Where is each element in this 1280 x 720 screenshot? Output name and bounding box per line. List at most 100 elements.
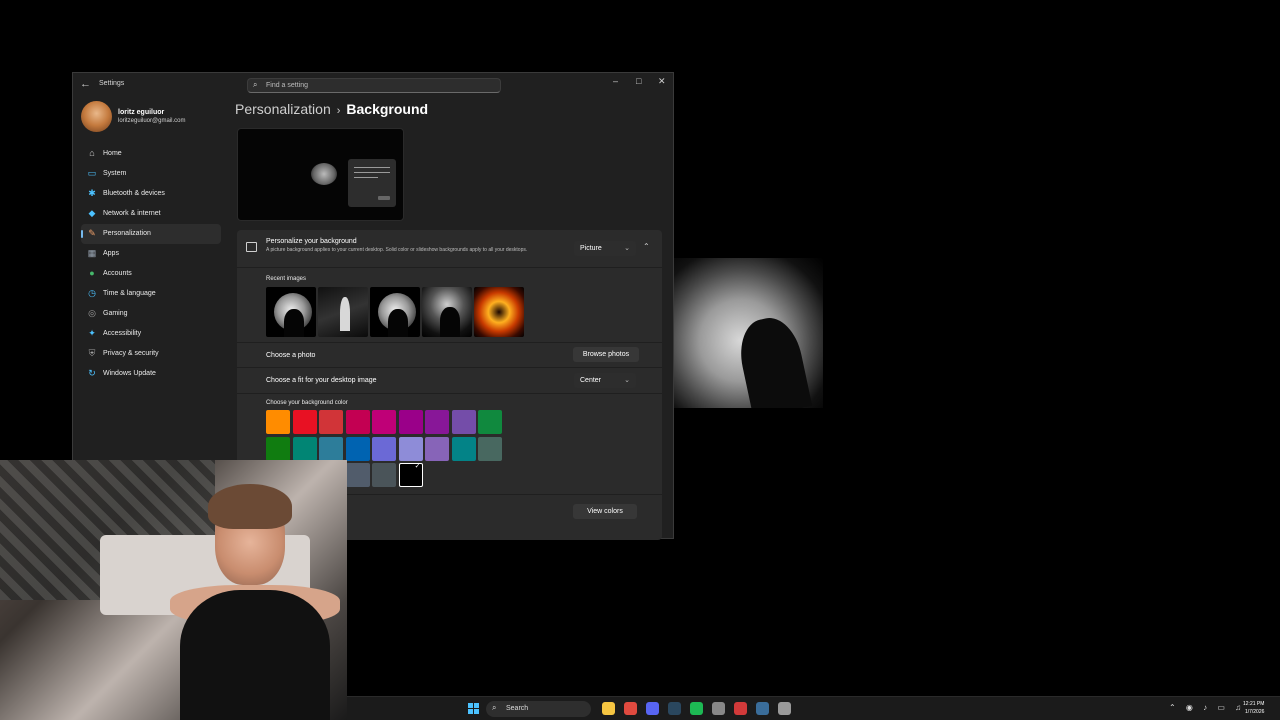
user-profile[interactable]: loritz eguiluor loritzeguiluor@gmail.com <box>81 101 231 135</box>
sidebar-item-accounts[interactable]: ● Accounts <box>81 264 221 284</box>
color-swatch[interactable] <box>398 462 423 487</box>
color-swatch[interactable] <box>372 463 396 487</box>
card-description: A picture background applies to your cur… <box>266 247 528 253</box>
accessibility-icon: ✦ <box>88 328 96 338</box>
clock-date: 1/7/2026 <box>1244 709 1265 715</box>
color-swatch[interactable] <box>292 410 317 434</box>
close-button[interactable]: ✕ <box>658 76 666 87</box>
system-tray[interactable]: ⌃ ◉ ♪ ▭ ♫ <box>1169 703 1245 712</box>
sidebar-item-label: Windows Update <box>103 370 156 377</box>
steam-icon-2[interactable] <box>756 702 769 715</box>
background-type-dropdown[interactable]: Picture ⌄ <box>574 241 636 256</box>
sidebar-item-label: Gaming <box>103 310 128 317</box>
search-icon: ⌕ <box>492 703 497 712</box>
color-swatch[interactable] <box>478 436 502 461</box>
sidebar-item-label: Accounts <box>103 270 132 277</box>
color-swatch[interactable] <box>451 410 476 434</box>
bluetooth-icon: ✱ <box>88 188 96 198</box>
chevron-up-icon[interactable]: ⌃ <box>643 242 650 251</box>
recent-image-moon-silhouette-2[interactable] <box>370 287 420 337</box>
taskbar-search[interactable]: ⌕ Search <box>486 701 591 717</box>
spotify-icon[interactable] <box>690 702 703 715</box>
color-swatch[interactable] <box>319 436 343 461</box>
avatar <box>81 101 112 132</box>
back-arrow-icon[interactable]: ← <box>80 78 91 90</box>
app-icon[interactable] <box>712 702 725 715</box>
chrome-icon[interactable] <box>624 702 637 715</box>
sidebar-item-network-internet[interactable]: ◆ Network & internet <box>81 204 221 224</box>
color-swatch[interactable] <box>266 410 290 434</box>
sidebar-item-apps[interactable]: ▦ Apps <box>81 244 221 264</box>
color-swatch[interactable] <box>292 436 317 461</box>
sidebar-nav: ⌂ Home ▭ System ✱ Bluetooth & devices ◆ Network… <box>81 144 221 384</box>
color-swatch[interactable] <box>345 463 370 487</box>
settings-icon[interactable] <box>778 702 791 715</box>
sidebar-item-label: Time & language <box>103 290 156 297</box>
recent-image-skater[interactable] <box>318 287 368 337</box>
browse-photos-button[interactable]: Browse photos <box>573 347 639 362</box>
fit-value: Center <box>580 377 602 384</box>
user-name: loritz eguiluor <box>118 109 165 116</box>
recent-image-fire-ring[interactable] <box>474 287 524 337</box>
color-swatch[interactable] <box>345 436 370 461</box>
color-swatch[interactable] <box>425 410 449 434</box>
recent-image-moon-silhouette[interactable] <box>266 287 316 337</box>
color-swatch[interactable] <box>425 436 449 461</box>
page-title: Background <box>346 101 429 117</box>
sidebar-item-gaming[interactable]: ◎ Gaming <box>81 304 221 324</box>
background-color-label: Choose your background color <box>266 400 348 406</box>
card-title: Personalize your background <box>266 238 357 245</box>
media-icon[interactable] <box>734 702 747 715</box>
title-bar: ← Settings ⌕ Find a setting – □ ✕ <box>73 73 673 97</box>
sidebar-item-personalization[interactable]: ✎ Personalization <box>81 224 221 244</box>
sidebar-item-bluetooth-devices[interactable]: ✱ Bluetooth & devices <box>81 184 221 204</box>
discord-icon[interactable] <box>646 702 659 715</box>
apps-icon: ▦ <box>87 248 97 258</box>
breadcrumb-parent[interactable]: Personalization <box>235 101 331 117</box>
card-header[interactable]: Personalize your background A picture ba… <box>237 230 662 268</box>
sidebar-item-home[interactable]: ⌂ Home <box>81 144 221 164</box>
sidebar-item-label: System <box>103 170 127 177</box>
color-swatch[interactable] <box>451 436 476 461</box>
color-swatch[interactable] <box>345 410 370 434</box>
steam-icon[interactable] <box>668 702 681 715</box>
search-placeholder: Find a setting <box>266 82 309 89</box>
accounts-icon: ● <box>89 268 95 278</box>
home-icon: ⌂ <box>89 148 95 158</box>
sidebar-item-label: Bluetooth & devices <box>103 190 165 197</box>
minimize-button[interactable]: – <box>613 76 618 86</box>
breadcrumb-separator: › <box>336 105 341 117</box>
file-explorer-icon[interactable] <box>602 702 615 715</box>
color-swatch[interactable] <box>372 410 396 434</box>
fit-dropdown[interactable]: Center ⌄ <box>574 373 636 388</box>
picture-icon <box>246 242 257 252</box>
maximize-button[interactable]: □ <box>636 76 641 86</box>
desktop: ← Settings ⌕ Find a setting – □ ✕ loritz… <box>0 0 1280 720</box>
color-swatch[interactable] <box>266 436 290 461</box>
brush-icon: ✎ <box>88 228 96 238</box>
sidebar-item-time-language[interactable]: ◷ Time & language <box>81 284 221 304</box>
sidebar-item-accessibility[interactable]: ✦ Accessibility <box>81 324 221 344</box>
clock[interactable]: 12:21 PM 1/7/2026 <box>1243 700 1264 716</box>
search-input[interactable]: ⌕ Find a setting <box>247 78 501 93</box>
color-swatch[interactable] <box>319 410 343 434</box>
streamer-figure <box>170 484 340 720</box>
sidebar-item-privacy-security[interactable]: ⛨ Privacy & security <box>81 344 221 364</box>
color-swatch[interactable] <box>398 410 423 434</box>
breadcrumb: Personalization › Background <box>235 101 428 117</box>
recent-images-label: Recent images <box>266 276 307 282</box>
time-language-icon: ◷ <box>88 288 96 298</box>
divider <box>237 393 662 394</box>
start-button[interactable] <box>468 703 480 715</box>
recent-image-dark-figure[interactable] <box>422 287 472 337</box>
view-colors-button[interactable]: View colors <box>573 504 637 519</box>
user-email: loritzeguiluor@gmail.com <box>118 118 186 124</box>
gaming-icon: ◎ <box>88 308 96 318</box>
taskbar-search-label: Search <box>506 705 529 712</box>
color-swatch[interactable] <box>372 436 396 461</box>
color-swatch[interactable] <box>398 436 423 461</box>
chevron-down-icon: ⌄ <box>624 245 630 252</box>
sidebar-item-windows-update[interactable]: ↻ Windows Update <box>81 364 221 384</box>
sidebar-item-system[interactable]: ▭ System <box>81 164 221 184</box>
color-swatch[interactable] <box>478 410 502 434</box>
